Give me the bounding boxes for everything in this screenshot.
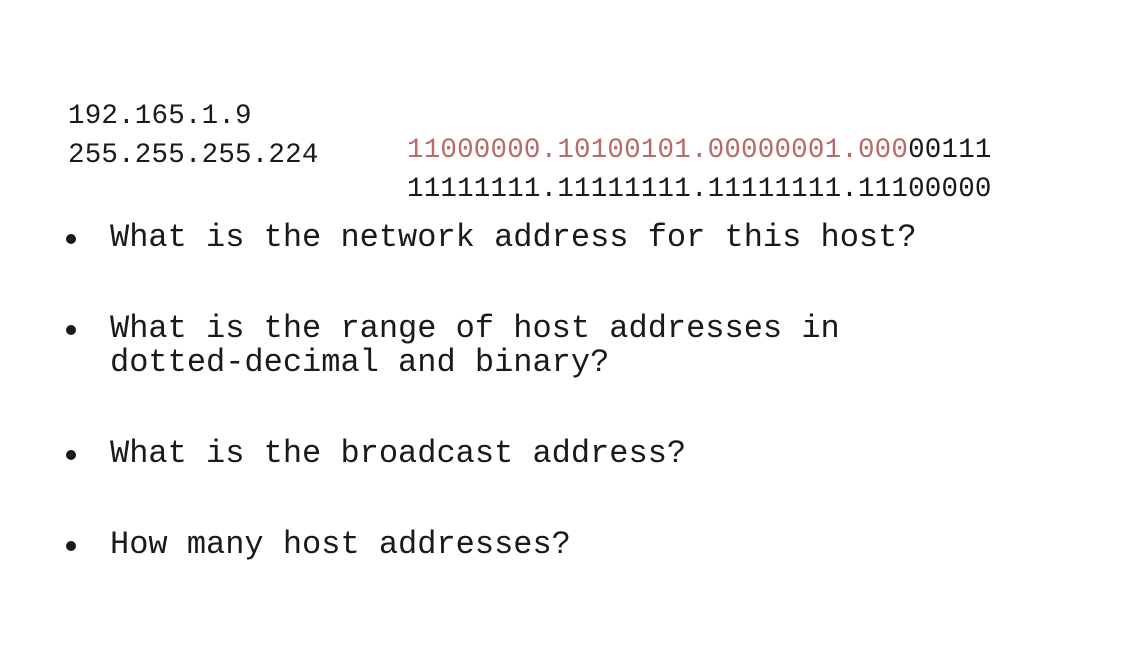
ip-binary: 11000000.10100101.00000001.00000111 [407, 134, 992, 168]
question-text: What is the broadcast address? [110, 435, 687, 472]
bullet-icon [66, 541, 76, 551]
question-text-line2: dotted-decimal and binary? [110, 344, 610, 381]
question-text-line1: What is the range of host addresses in [110, 310, 840, 347]
slide: 192.165.1.9 11000000.10100101.00000001.0… [0, 0, 1125, 669]
mask-decimal: 255.255.255.224 [68, 140, 319, 171]
question-text: How many host addresses? [110, 526, 571, 563]
question-text: What is the range of host addresses in d… [110, 312, 840, 380]
subnet-mask-row: 255.255.255.224 11111111.11111111.111111… [0, 105, 991, 241]
ip-decimal: 192.165.1.9 [68, 101, 252, 132]
ip-binary-network-bits: 11000000.10100101.00000001.000 [407, 135, 909, 166]
question-item: How many host addresses? [60, 528, 571, 664]
ip-binary-host-bits: 00111 [908, 135, 992, 166]
bullet-icon [66, 325, 76, 335]
mask-binary: 11111111.11111111.11111111.11100000 [407, 174, 992, 205]
bullet-icon [66, 450, 76, 460]
bullet-icon [66, 234, 76, 244]
question-text: What is the network address for this hos… [110, 219, 917, 256]
question-item: What is the range of host addresses in d… [60, 312, 840, 448]
